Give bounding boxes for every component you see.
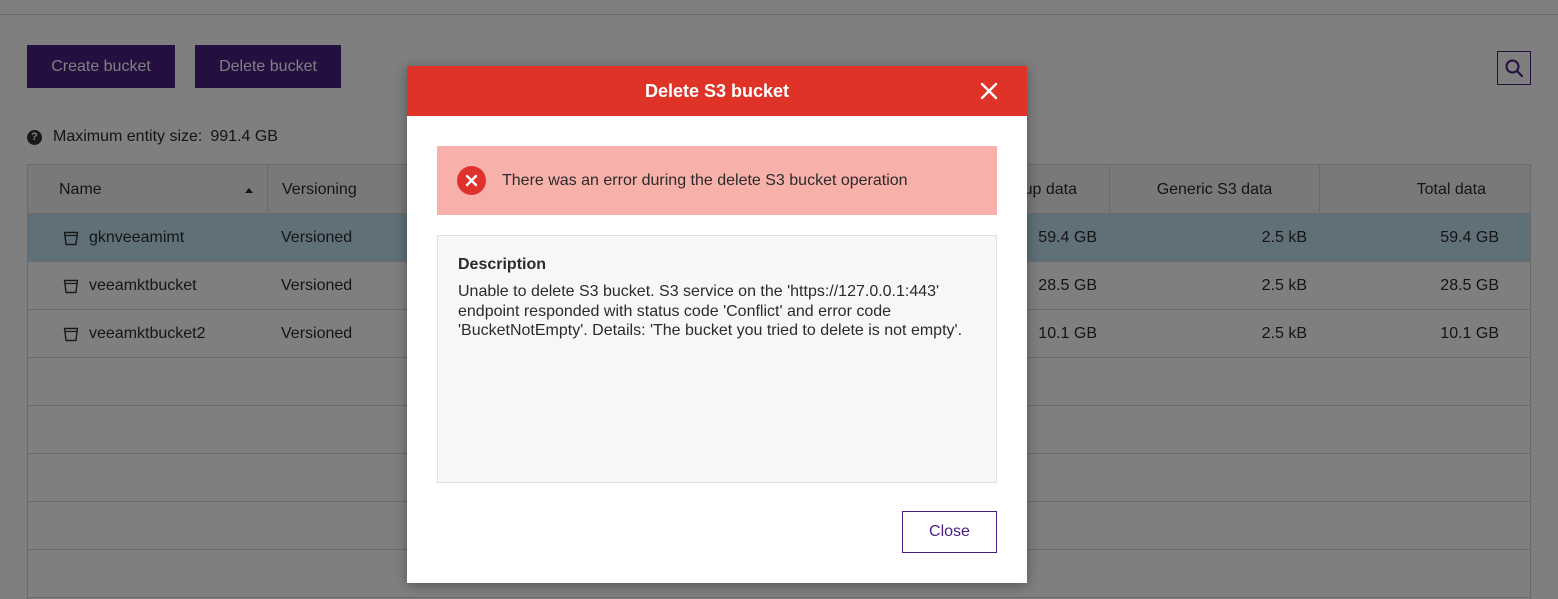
error-icon (457, 166, 486, 195)
close-button[interactable]: Close (902, 511, 997, 553)
error-banner: There was an error during the delete S3 … (437, 146, 997, 215)
description-box: Description Unable to delete S3 bucket. … (437, 235, 997, 483)
close-icon[interactable] (979, 81, 999, 101)
dialog-header: Delete S3 bucket (407, 66, 1027, 116)
description-text: Unable to delete S3 bucket. S3 service o… (458, 283, 963, 339)
dialog-title: Delete S3 bucket (644, 80, 790, 101)
description-title: Description (458, 256, 547, 273)
error-message: There was an error during the delete S3 … (502, 171, 908, 189)
page: Create bucket Delete bucket ? Maximum en… (0, 0, 1558, 599)
delete-bucket-dialog: Delete S3 bucket There was an error duri… (407, 66, 1027, 583)
